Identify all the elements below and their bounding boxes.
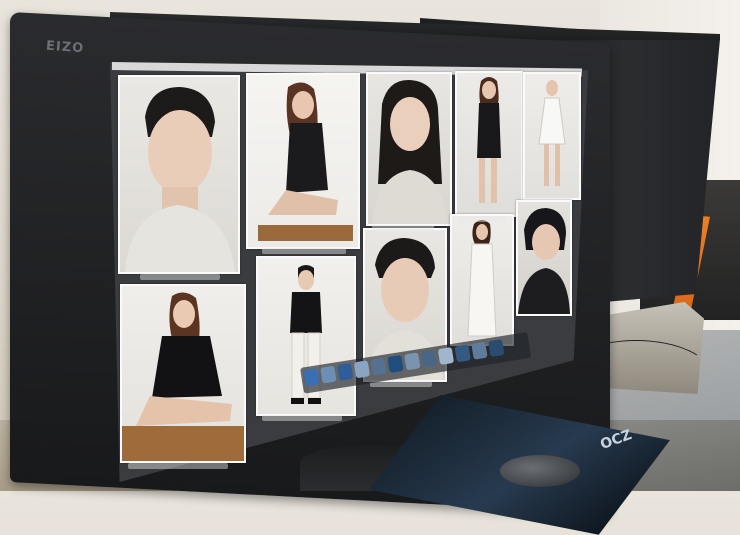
thumbnail-caption: [372, 225, 434, 231]
photo-thumbnail[interactable]: [120, 284, 246, 463]
app-icon[interactable]: [454, 344, 471, 363]
thumbnail-caption: [262, 415, 342, 421]
app-icon[interactable]: [404, 352, 421, 371]
app-icon[interactable]: [488, 339, 505, 358]
thumbnail-caption: [370, 381, 432, 387]
standing-woman-white: [538, 80, 566, 186]
app-icon[interactable]: [437, 347, 455, 366]
app-icon[interactable]: [387, 355, 404, 373]
app-icon[interactable]: [353, 360, 371, 379]
photo-thumbnail[interactable]: [246, 73, 360, 249]
app-icon[interactable]: [471, 341, 488, 360]
standing-woman-dark: [477, 77, 501, 203]
cable: [560, 340, 712, 412]
thumbnail-caption: [140, 274, 220, 280]
photo-thumbnail[interactable]: [523, 72, 581, 200]
standing-woman-suit: [467, 220, 497, 337]
app-icon[interactable]: [320, 365, 337, 384]
app-icon[interactable]: [303, 368, 320, 387]
app-icon[interactable]: [370, 357, 387, 376]
thumbnail-caption: [262, 248, 346, 254]
photo-thumbnail[interactable]: [118, 75, 240, 274]
seated-woman: [258, 82, 353, 241]
photo-thumbnail[interactable]: [450, 214, 514, 346]
photo-thumbnail[interactable]: [516, 200, 572, 316]
thumbnail-caption: [128, 463, 228, 469]
photo-thumbnail[interactable]: [455, 71, 523, 217]
portrait-woman: [372, 79, 448, 224]
app-icon[interactable]: [420, 349, 438, 368]
portrait-man-dark: [518, 208, 570, 314]
thumbnail-caption: [458, 216, 506, 222]
seated-woman-black: [122, 292, 244, 461]
portrait-man: [125, 87, 235, 272]
monitor-logo: EIZO: [45, 38, 85, 57]
computer-mouse[interactable]: [500, 455, 580, 487]
app-icon[interactable]: [337, 362, 354, 381]
photo-thumbnail[interactable]: [366, 72, 452, 226]
